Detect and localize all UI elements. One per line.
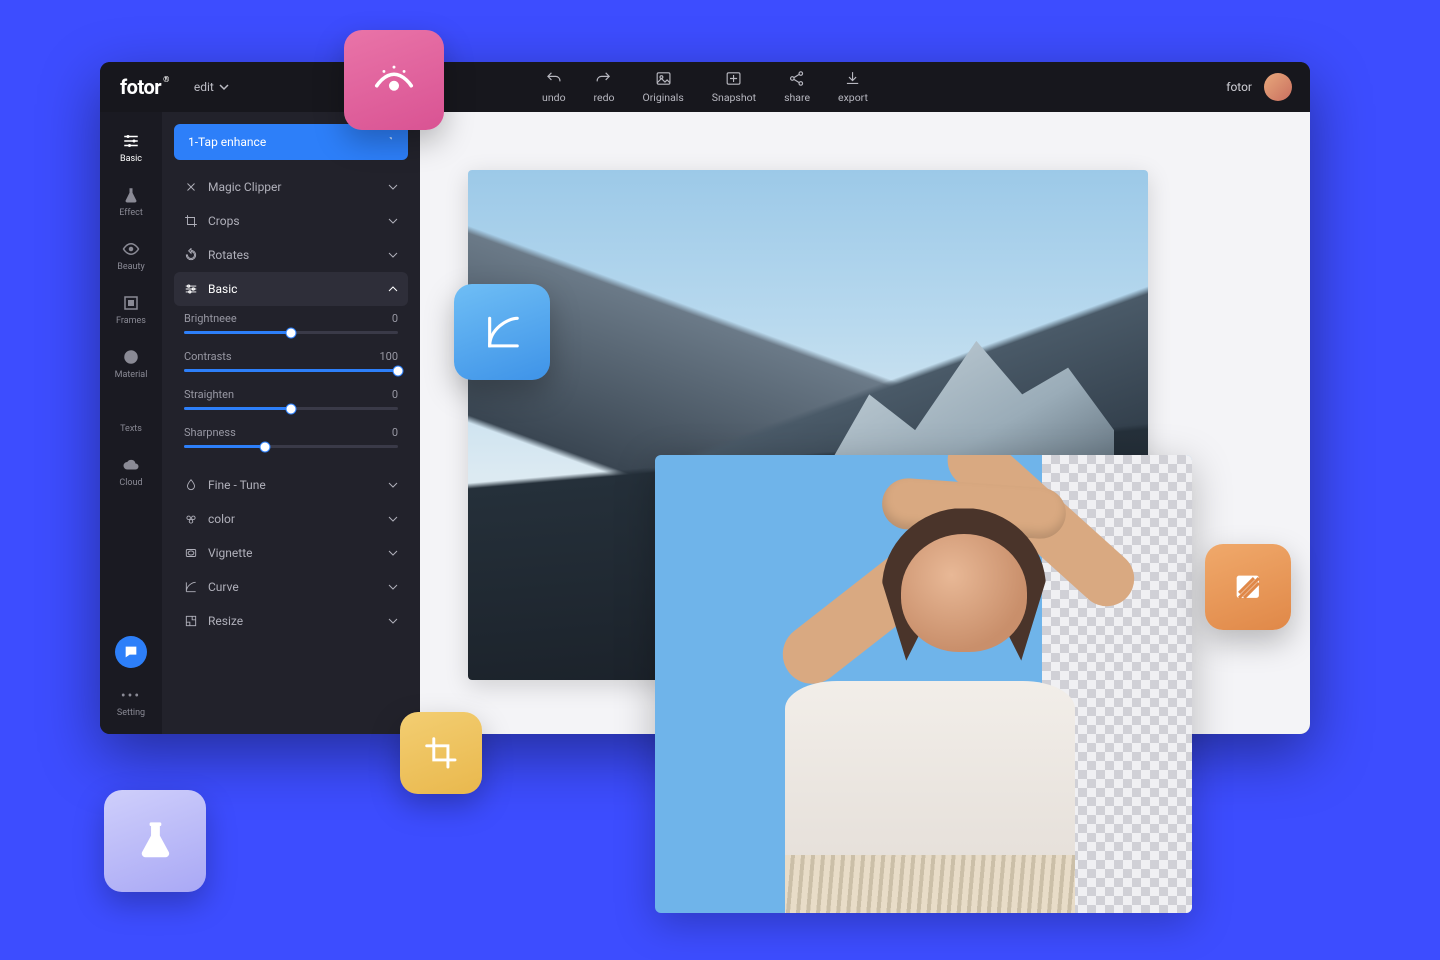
chevron-down-icon: [388, 548, 398, 558]
sliders-icon: [122, 132, 140, 150]
topbar: fotor® edit undo redo Originals Snapshot: [100, 62, 1310, 112]
straighten-slider[interactable]: Straighten0: [174, 382, 408, 420]
originals-button[interactable]: Originals: [643, 70, 684, 104]
chevron-down-icon: [388, 216, 398, 226]
crop-icon: [184, 214, 198, 228]
chevron-down-icon: [388, 182, 398, 192]
resize-icon: [184, 614, 198, 628]
star-icon: [122, 348, 140, 366]
flask-icon: [132, 818, 179, 865]
download-icon: [844, 70, 861, 87]
panel-basic[interactable]: Basic: [174, 272, 408, 306]
rail-basic[interactable]: Basic: [108, 124, 154, 172]
rail-cloud[interactable]: Cloud: [108, 448, 154, 496]
drop-icon: [184, 478, 198, 492]
rail-frames[interactable]: Frames: [108, 286, 154, 334]
sharpness-slider[interactable]: Sharpness0: [174, 420, 408, 458]
edit-menu[interactable]: edit: [194, 80, 229, 94]
panel-fine-tune[interactable]: Fine - Tune: [174, 468, 408, 502]
wand-icon: [380, 135, 394, 149]
rail-setting[interactable]: ••• Setting: [117, 688, 145, 718]
snapshot-button[interactable]: Snapshot: [712, 70, 756, 104]
rail-material[interactable]: Material: [108, 340, 154, 388]
panel-resize[interactable]: Resize: [174, 604, 408, 638]
side-panel: 1-Tap enhance Magic Clipper Crops Rotate…: [162, 112, 420, 734]
undo-icon: [545, 70, 562, 87]
avatar[interactable]: [1264, 73, 1292, 101]
panel-rotates[interactable]: Rotates: [174, 238, 408, 272]
chat-button[interactable]: [115, 636, 147, 668]
cloud-icon: [122, 456, 140, 474]
flask-icon: [122, 186, 140, 204]
redo-button[interactable]: redo: [594, 70, 615, 104]
frame-icon: [122, 294, 140, 312]
sliders-icon: [184, 282, 198, 296]
curve-icon: [184, 580, 198, 594]
tool-rail: Basic Effect Beauty Frames Material Text…: [100, 112, 162, 734]
image-icon: [655, 70, 672, 87]
chat-icon: [123, 644, 139, 660]
contrast-slider[interactable]: Contrasts100: [174, 344, 408, 382]
crop-icon: [422, 734, 460, 772]
scissors-icon: [184, 180, 198, 194]
app-logo: fotor®: [120, 75, 169, 99]
redo-icon: [596, 70, 613, 87]
brightness-slider[interactable]: Brightneee0: [174, 306, 408, 344]
username-label: fotor: [1226, 80, 1252, 94]
floating-tile-crop: [400, 712, 482, 794]
tree-graphic: [555, 595, 595, 685]
rail-effect[interactable]: Effect: [108, 178, 154, 226]
floating-tile-hatch: [1205, 544, 1291, 630]
text-icon: [122, 402, 140, 420]
rotate-icon: [184, 248, 198, 262]
share-button[interactable]: share: [784, 70, 810, 104]
floating-tile-flask: [104, 790, 206, 892]
panel-crops[interactable]: Crops: [174, 204, 408, 238]
dots-icon: •••: [121, 688, 141, 704]
palette-icon: [184, 512, 198, 526]
curve-icon: [480, 310, 524, 354]
user-area: fotor: [1226, 73, 1292, 101]
topbar-actions: undo redo Originals Snapshot share expor…: [542, 70, 868, 104]
chevron-down-icon: [219, 82, 229, 92]
snapshot-icon: [725, 70, 742, 87]
chevron-down-icon: [388, 616, 398, 626]
chevron-up-icon: [388, 284, 398, 294]
eye-icon: [371, 57, 417, 103]
rail-beauty[interactable]: Beauty: [108, 232, 154, 280]
hatch-icon: [1228, 567, 1268, 607]
undo-button[interactable]: undo: [542, 70, 566, 104]
panel-vignette[interactable]: Vignette: [174, 536, 408, 570]
rail-texts[interactable]: Texts: [108, 394, 154, 442]
chevron-down-icon: [388, 480, 398, 490]
panel-color[interactable]: color: [174, 502, 408, 536]
chevron-down-icon: [388, 514, 398, 524]
floating-tile-curve: [454, 284, 550, 380]
floating-tile-eye: [344, 30, 444, 130]
chevron-down-icon: [388, 250, 398, 260]
person-graphic: [698, 492, 1181, 913]
canvas-image-person: [655, 455, 1192, 913]
vignette-icon: [184, 546, 198, 560]
panel-curve[interactable]: Curve: [174, 570, 408, 604]
eye-icon: [122, 240, 140, 258]
share-icon: [789, 70, 806, 87]
panel-magic-clipper[interactable]: Magic Clipper: [174, 170, 408, 204]
export-button[interactable]: export: [838, 70, 868, 104]
chevron-down-icon: [388, 582, 398, 592]
